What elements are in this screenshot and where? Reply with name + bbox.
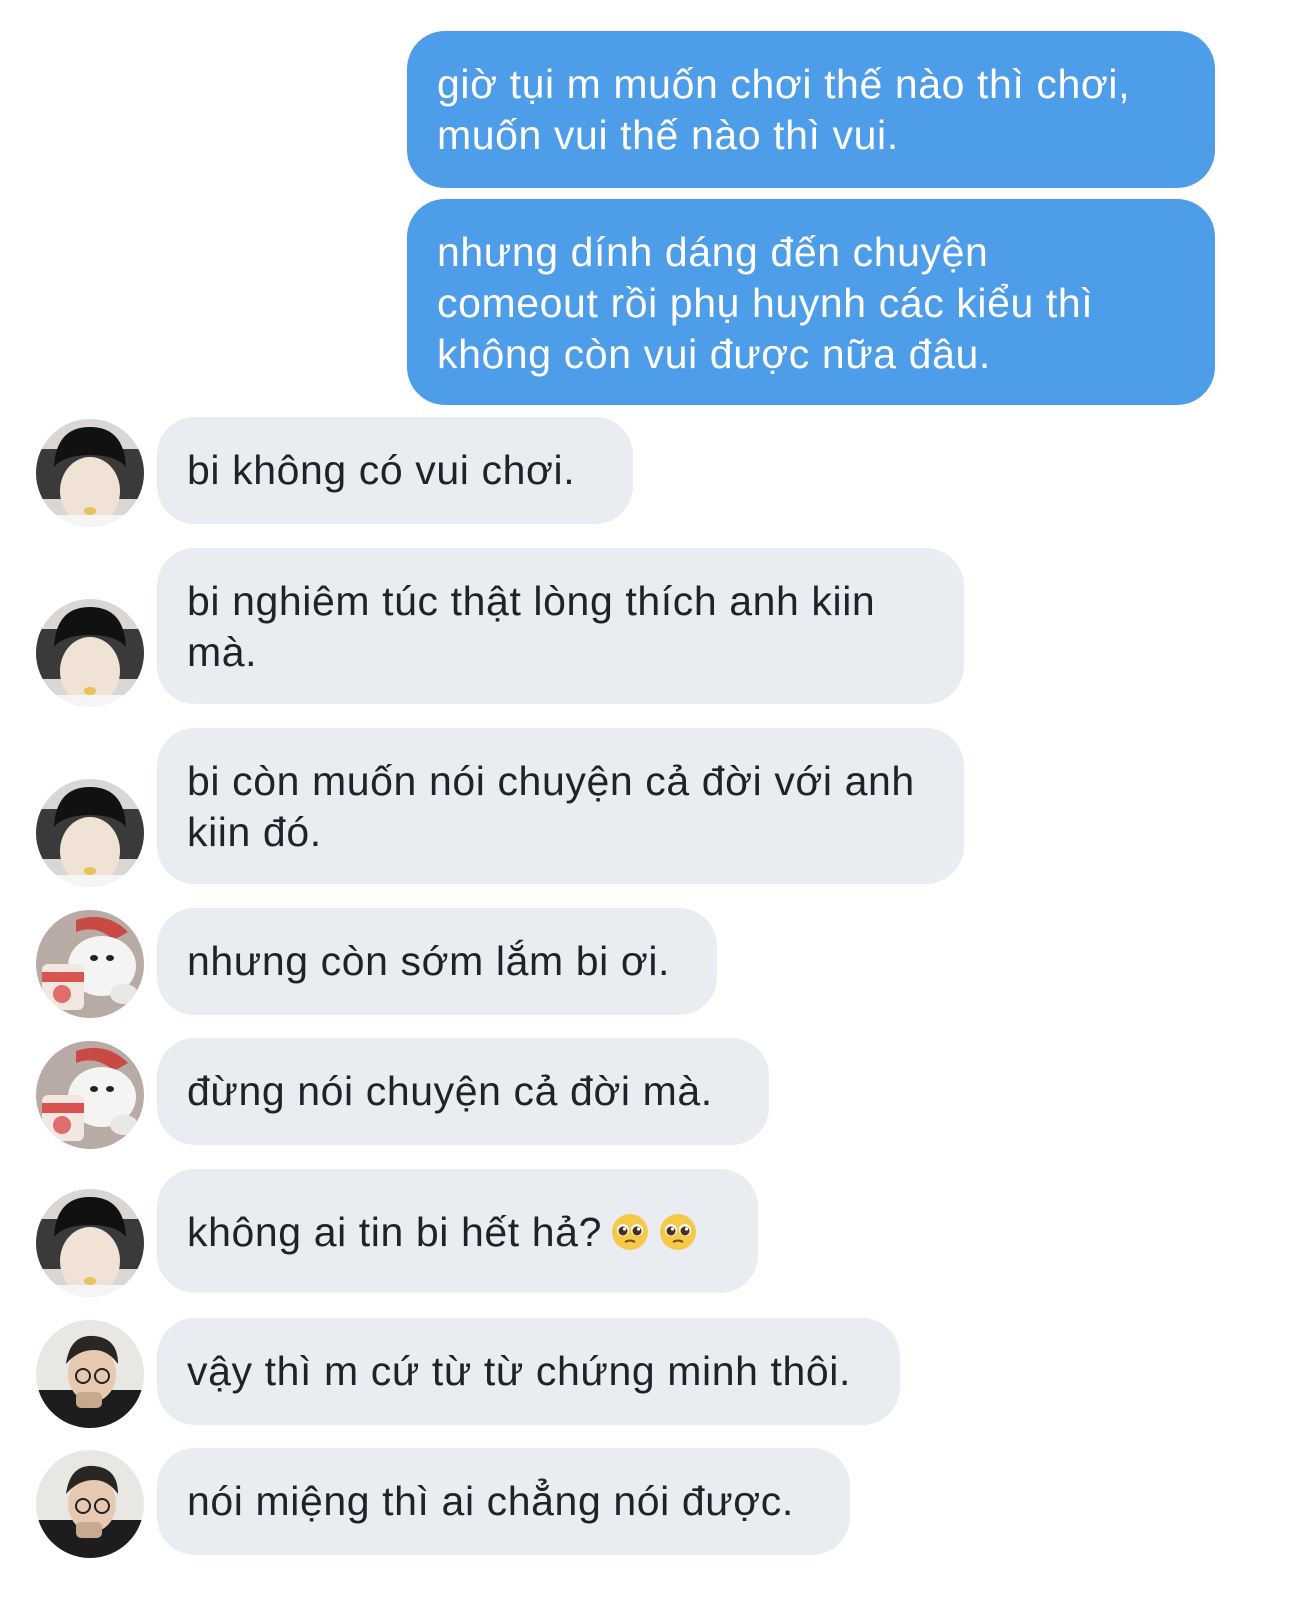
- message-bubble-incoming[interactable]: không ai tin bi hết hả?: [157, 1169, 758, 1293]
- message-bubble-incoming[interactable]: bi không có vui chơi.: [157, 417, 633, 524]
- message-text: nói miệng thì ai chẳng nói được.: [187, 1478, 794, 1524]
- message-text: giờ tụi m muốn chơi thế nào thì chơi,: [437, 61, 1131, 107]
- pleading-face-icon: [660, 1214, 696, 1250]
- message-bubble-incoming[interactable]: bi nghiêm túc thật lòng thích anh kiin m…: [157, 548, 964, 704]
- avatar-boy-eating[interactable]: [36, 599, 144, 707]
- message-bubble-outgoing[interactable]: giờ tụi m muốn chơi thế nào thì chơi, mu…: [407, 31, 1215, 188]
- message-text: vậy thì m cứ từ từ chứng minh thôi.: [187, 1348, 852, 1394]
- message-bubble-incoming[interactable]: đừng nói chuyện cả đời mà.: [157, 1038, 769, 1145]
- avatar-boy-eating[interactable]: [36, 1189, 144, 1297]
- message-text: muốn vui thế nào thì vui.: [437, 112, 899, 158]
- message-text: bi còn muốn nói chuyện cả đời với anh: [187, 758, 915, 804]
- message-text: kiin đó.: [187, 809, 322, 855]
- message-text: đừng nói chuyện cả đời mà.: [187, 1068, 713, 1114]
- avatar-boy-eating[interactable]: [36, 419, 144, 527]
- message-bubble-incoming[interactable]: nhưng còn sớm lắm bi ơi.: [157, 908, 717, 1015]
- message-bubble-outgoing[interactable]: nhưng dính dáng đến chuyện comeout rồi p…: [407, 199, 1215, 405]
- message-bubble-incoming[interactable]: bi còn muốn nói chuyện cả đời với anh ki…: [157, 728, 964, 884]
- message-text: nhưng còn sớm lắm bi ơi.: [187, 938, 671, 984]
- message-text: comeout rồi phụ huynh các kiểu thì: [437, 280, 1094, 326]
- message-text: không ai tin bi hết hả?: [187, 1207, 728, 1258]
- message-bubble-incoming[interactable]: nói miệng thì ai chẳng nói được.: [157, 1448, 850, 1555]
- avatar-boy-eating[interactable]: [36, 779, 144, 887]
- pleading-face-icon: [612, 1214, 648, 1250]
- message-text: không còn vui được nữa đâu.: [437, 331, 991, 377]
- avatar-bear-icecream[interactable]: [36, 910, 144, 1018]
- avatar-man-glasses[interactable]: [36, 1450, 144, 1558]
- message-bubble-incoming[interactable]: vậy thì m cứ từ từ chứng minh thôi.: [157, 1318, 900, 1425]
- message-text: bi không có vui chơi.: [187, 447, 576, 493]
- message-text: bi nghiêm túc thật lòng thích anh kiin: [187, 578, 876, 624]
- message-text: nhưng dính dáng đến chuyện: [437, 229, 989, 275]
- avatar-bear-icecream[interactable]: [36, 1041, 144, 1149]
- avatar-man-glasses[interactable]: [36, 1320, 144, 1428]
- message-text: mà.: [187, 629, 258, 675]
- message-text-content: không ai tin bi hết hả?: [187, 1209, 602, 1255]
